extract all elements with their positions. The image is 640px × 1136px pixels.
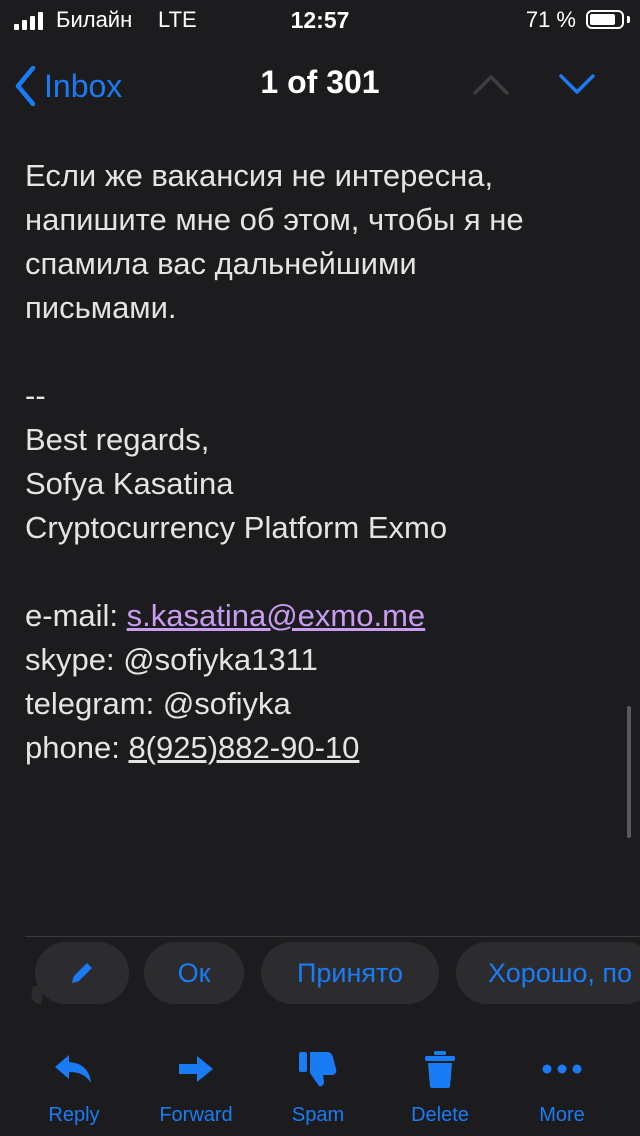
thumbs-down-icon: [299, 1052, 337, 1087]
battery-tip: [627, 16, 630, 23]
skype-line: skype: @sofiyka1311: [25, 642, 318, 677]
spam-label: Spam: [291, 1104, 345, 1126]
status-bar: Билайн LTE 12:57 71 %: [0, 0, 640, 42]
scroll-indicator: [627, 706, 631, 838]
email-label: e-mail:: [25, 598, 127, 633]
email-line: e-mail: s.kasatina@exmo.me: [25, 594, 615, 638]
pencil-icon: [72, 963, 92, 983]
telegram-line: telegram: @sofiyka: [25, 686, 291, 721]
phone-label: phone:: [25, 730, 129, 765]
email-link[interactable]: s.kasatina@exmo.me: [127, 598, 426, 633]
signature-company: Cryptocurrency Platform Exmo: [25, 510, 448, 545]
more-button[interactable]: More: [502, 1040, 622, 1127]
body-line: напишите мне об этом, чтобы я не: [25, 202, 524, 237]
more-dots-icon: [542, 1064, 582, 1074]
signature-separator: --: [25, 378, 46, 413]
message-paragraph: Если же вакансия не интересна, напишите …: [25, 154, 615, 330]
smart-reply-good[interactable]: Хорошо, по: [456, 942, 640, 1004]
previous-message-chevron-up-icon[interactable]: [472, 72, 510, 96]
body-line: Если же вакансия не интересна,: [25, 158, 494, 193]
battery-icon: [586, 10, 624, 29]
signature-block: -- Best regards, Sofya Kasatina Cryptocu…: [25, 374, 615, 550]
reply-button[interactable]: Reply: [14, 1040, 134, 1127]
forward-button[interactable]: Forward: [136, 1040, 256, 1127]
divider: [25, 936, 640, 937]
delete-button[interactable]: Delete: [380, 1040, 500, 1127]
reply-icon: [55, 1055, 91, 1083]
trash-icon: [425, 1051, 455, 1088]
spam-button[interactable]: Spam: [258, 1040, 378, 1127]
smart-reply-accepted[interactable]: Принято: [261, 942, 439, 1004]
forward-arrow-icon: [179, 1056, 213, 1082]
battery-percent: 71 %: [525, 7, 576, 32]
forward-label: Forward: [159, 1104, 233, 1126]
navigation-bar: Inbox 1 of 301: [0, 44, 640, 128]
body-line: письмами.: [25, 290, 177, 325]
more-label: More: [539, 1104, 585, 1126]
phone-line: phone: 8(925)882-90-10: [25, 726, 615, 770]
signature-line: Best regards,: [25, 422, 210, 457]
contact-block: e-mail: s.kasatina@exmo.me skype: @sofiy…: [25, 594, 615, 770]
message-body: Если же вакансия не интересна, напишите …: [25, 154, 615, 770]
message-position-title: 1 of 301: [260, 64, 380, 100]
phone-link[interactable]: 8(925)882-90-10: [128, 730, 359, 765]
compose-reply-button[interactable]: [35, 942, 129, 1004]
body-line: спамила вас дальнейшими: [25, 246, 417, 281]
reply-label: Reply: [48, 1104, 100, 1126]
next-message-chevron-down-icon[interactable]: [558, 72, 596, 96]
signature-name: Sofya Kasatina: [25, 466, 234, 501]
bottom-toolbar: Reply Forward Spam Delete More: [0, 1040, 640, 1136]
delete-label: Delete: [411, 1104, 469, 1126]
smart-reply-ok[interactable]: Ок: [144, 942, 244, 1004]
